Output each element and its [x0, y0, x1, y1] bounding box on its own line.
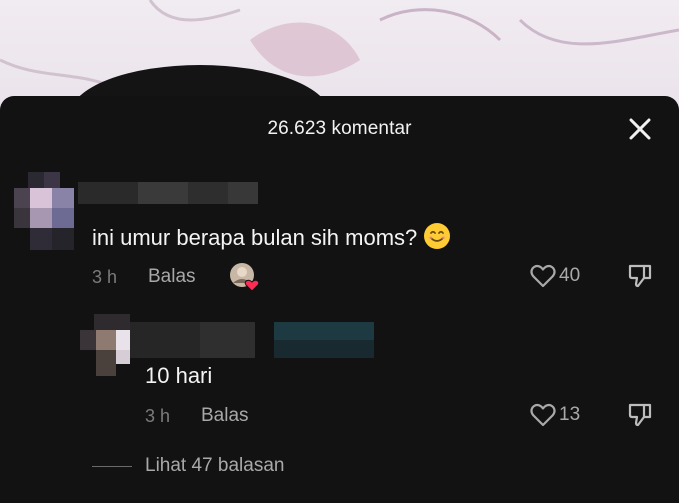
reply-text: 10 hari [145, 363, 213, 388]
comments-sheet: 26.623 komentar ini umur berapa bulan si… [0, 96, 679, 503]
close-icon[interactable] [627, 116, 653, 142]
comment-time: 3 h [92, 267, 118, 287]
username-redacted[interactable] [78, 182, 258, 204]
heart-outline-icon [530, 403, 556, 427]
like-count: 40 [559, 265, 581, 286]
smiling-face-emoji-icon [424, 223, 451, 249]
reply-time: 3 h [145, 406, 171, 426]
dislike-icon[interactable] [627, 263, 653, 289]
view-replies-button[interactable]: Lihat 47 balasan [92, 455, 284, 477]
username-redacted[interactable] [130, 322, 375, 358]
like-count: 13 [559, 404, 581, 425]
like-button[interactable]: 40 [529, 262, 580, 290]
reply-button[interactable]: Balas [201, 405, 249, 427]
comment-text-content: ini umur berapa bulan sih moms? [92, 225, 418, 250]
comment-count-title: 26.623 komentar [267, 118, 412, 139]
comment-text: ini umur berapa bulan sih moms? [92, 222, 451, 251]
dislike-icon[interactable] [627, 402, 653, 428]
divider-line [92, 465, 132, 467]
like-button[interactable]: 13 [529, 401, 580, 429]
reply-button[interactable]: Balas [148, 266, 196, 288]
view-replies-label: Lihat 47 balasan [145, 455, 285, 476]
heart-outline-icon [530, 264, 556, 288]
creator-liked-badge-icon [230, 263, 260, 292]
avatar[interactable] [14, 172, 76, 252]
sheet-header: 26.623 komentar [0, 96, 679, 162]
avatar[interactable] [80, 314, 132, 378]
